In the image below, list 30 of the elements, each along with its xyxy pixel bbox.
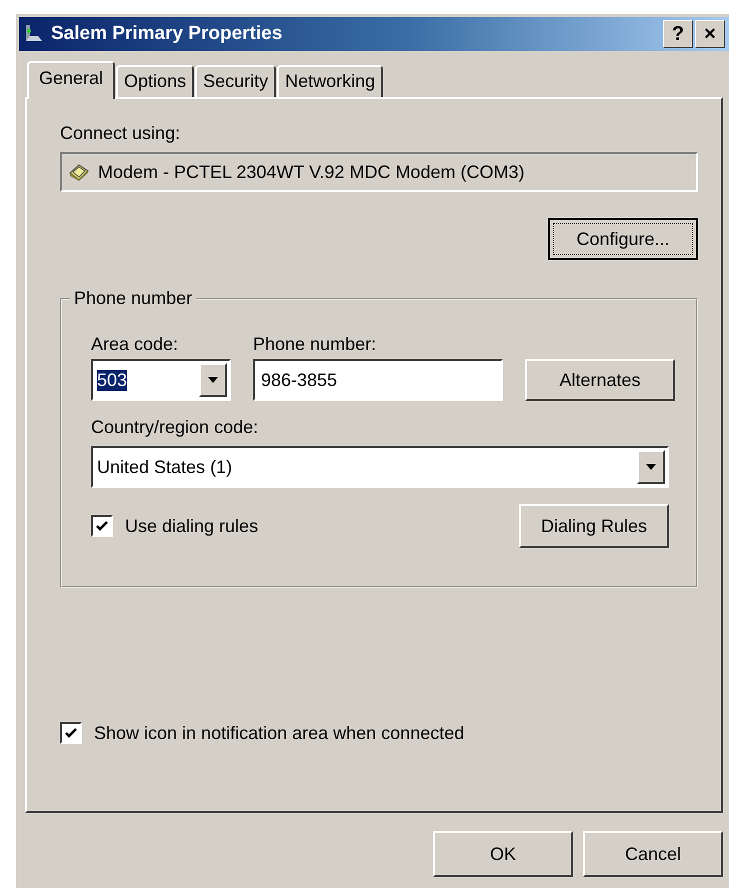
dropdown-arrow-button[interactable]: [637, 450, 665, 484]
checkbox[interactable]: [91, 515, 113, 537]
alternates-button[interactable]: Alternates: [525, 359, 675, 401]
caret-icon: [646, 464, 656, 470]
dropdown-arrow-button[interactable]: [198, 363, 227, 397]
tab[interactable]: General: [27, 61, 116, 99]
device-name: Modem - PCTEL 2304WT V.92 MDC Modem (COM3): [98, 162, 524, 182]
phone-number-field[interactable]: 986-3855: [253, 359, 503, 401]
country-combo[interactable]: United States (1): [91, 446, 669, 488]
phone-number-label: Phone number:: [253, 334, 378, 355]
tab[interactable]: Options: [116, 65, 194, 97]
caret-icon: [208, 377, 218, 383]
dialog-button[interactable]: OK: [433, 831, 573, 877]
window-title: Salem Primary Properties: [51, 23, 282, 45]
close-button[interactable]: ×: [695, 20, 725, 48]
country-code-label: Country/region code:: [91, 417, 260, 438]
checkbox[interactable]: [60, 722, 82, 744]
configure-button[interactable]: Configure...: [548, 218, 698, 260]
connect-using-label: Connect using:: [60, 123, 182, 144]
check-icon: [64, 726, 78, 740]
tab[interactable]: Security: [195, 65, 276, 97]
show-icon-label: Show icon in notification area when connected: [94, 722, 464, 744]
dialog-button[interactable]: Cancel: [583, 831, 723, 877]
use-dialing-rules-label: Use dialing rules: [125, 516, 258, 536]
tab[interactable]: Networking: [277, 65, 384, 97]
help-button[interactable]: ?: [663, 20, 693, 48]
check-icon: [95, 519, 109, 533]
dialing-rules-button[interactable]: Dialing Rules: [519, 504, 669, 548]
area-code-combo[interactable]: 503: [91, 359, 231, 401]
area-code-label: Area code:: [91, 334, 180, 355]
